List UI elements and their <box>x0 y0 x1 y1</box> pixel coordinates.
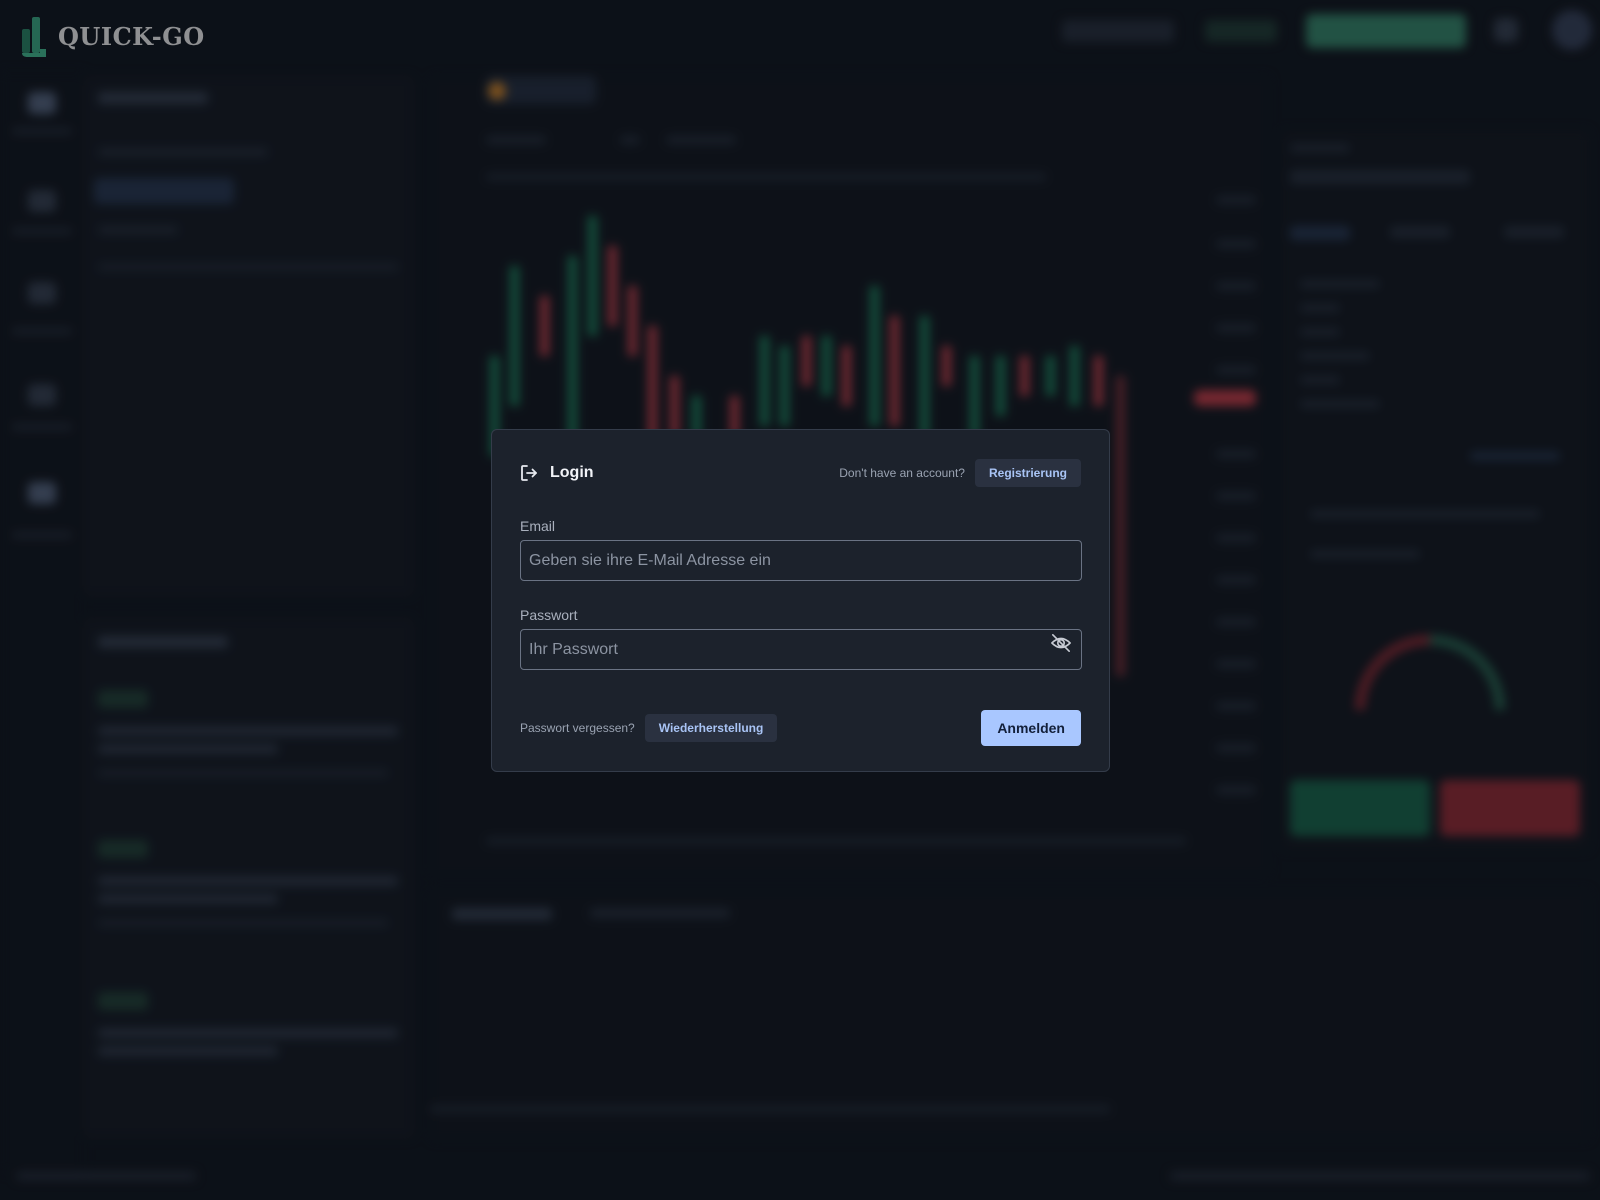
password-field[interactable] <box>520 629 1082 670</box>
register-prompt: Don't have an account? Registrierung <box>839 459 1081 487</box>
login-arrow-icon <box>520 464 538 482</box>
password-label: Passwort <box>520 607 578 623</box>
email-field[interactable] <box>520 540 1082 581</box>
login-dialog: Login Don't have an account? Registrieru… <box>491 429 1110 772</box>
login-header: Login Don't have an account? Registrieru… <box>520 458 1081 488</box>
login-submit-button[interactable]: Anmelden <box>981 710 1081 746</box>
forgot-password-text: Passwort vergessen? <box>520 721 635 735</box>
recover-password-button[interactable]: Wiederherstellung <box>644 714 778 742</box>
login-footer: Passwort vergessen? Wiederherstellung An… <box>520 710 1081 746</box>
email-label: Email <box>520 518 556 534</box>
eye-off-icon <box>1050 633 1072 653</box>
password-visibility-toggle[interactable] <box>1047 629 1075 657</box>
register-button[interactable]: Registrierung <box>974 459 1081 487</box>
login-title: Login <box>550 464 594 481</box>
no-account-text: Don't have an account? <box>839 466 965 480</box>
